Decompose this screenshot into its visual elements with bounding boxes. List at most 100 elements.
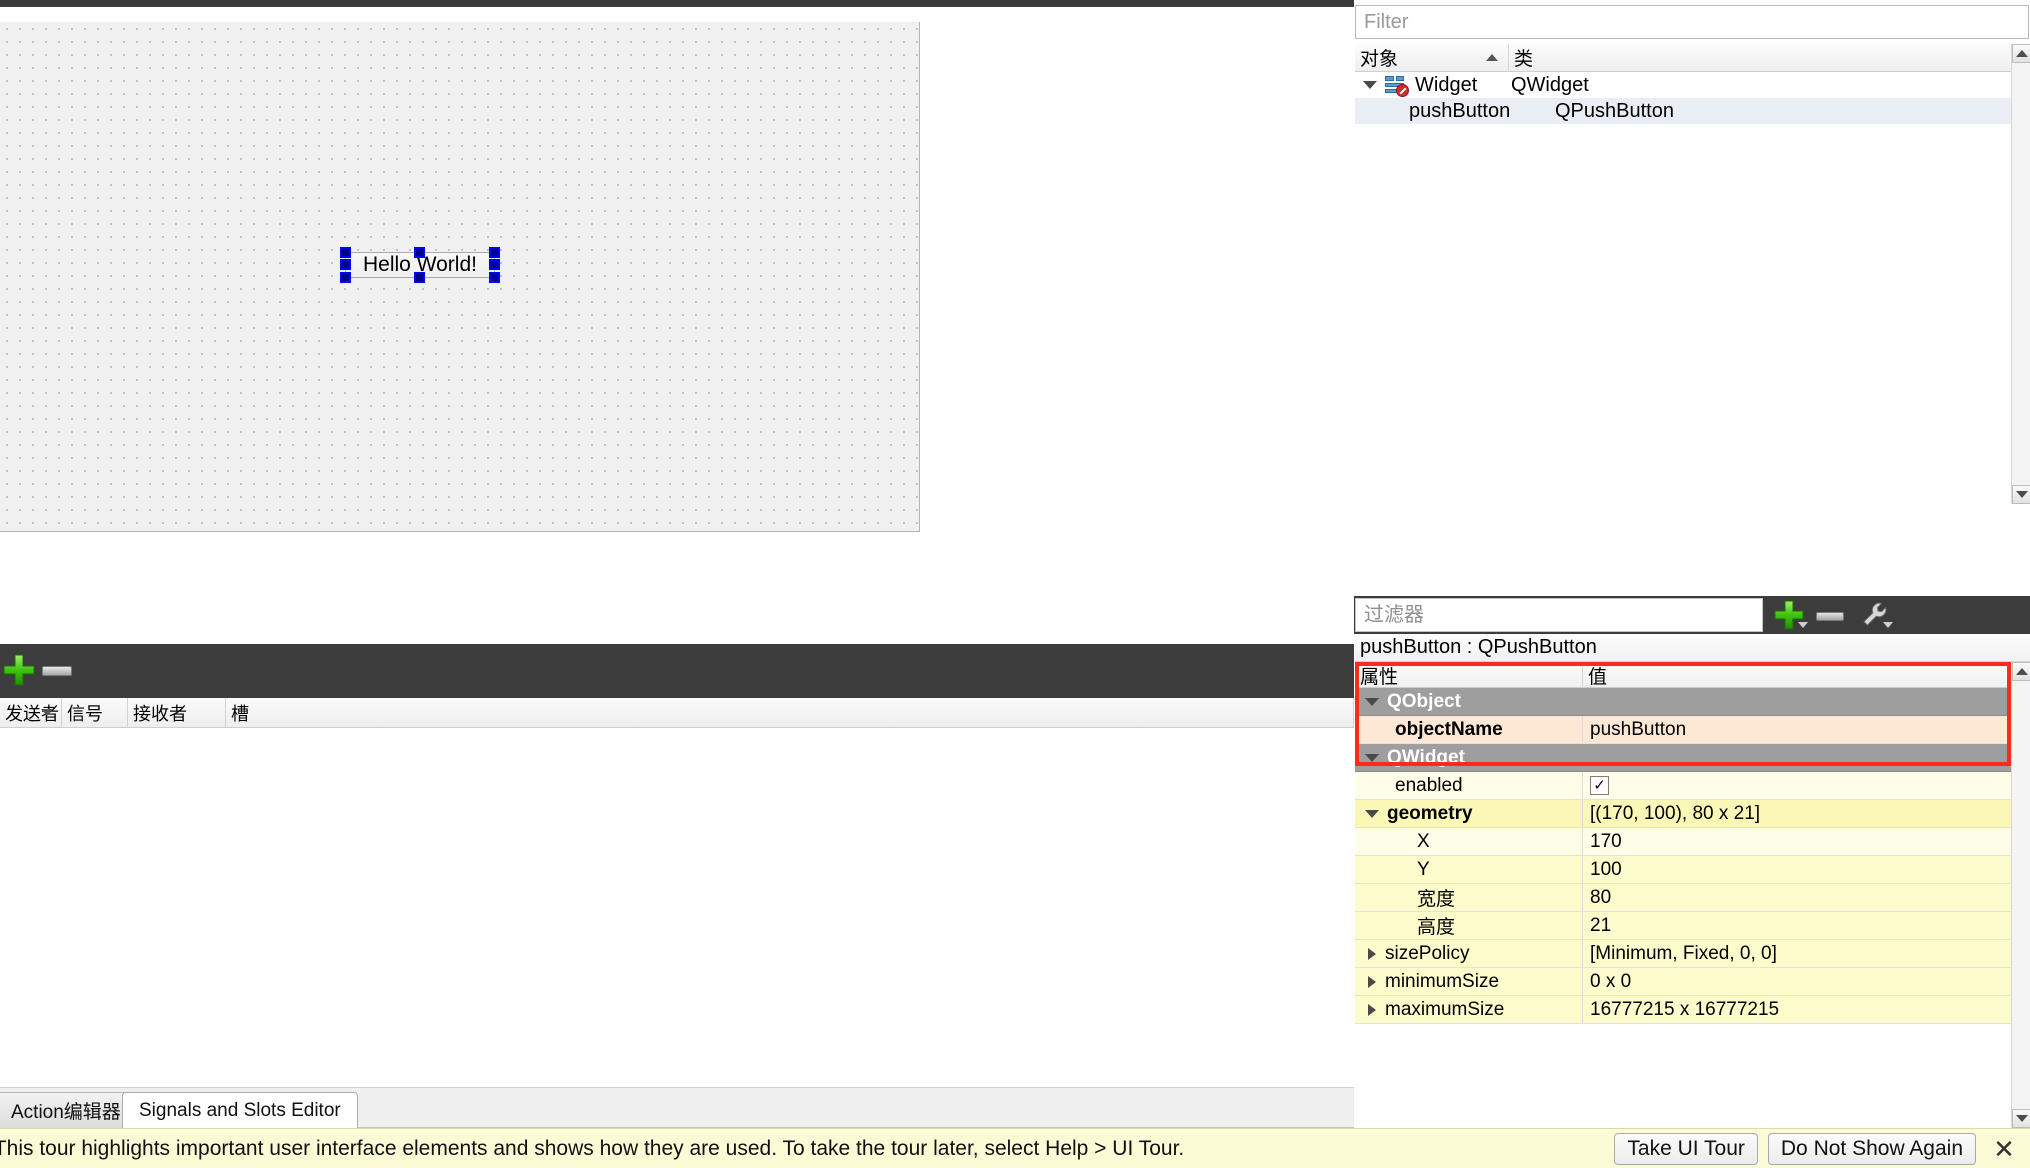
property-editor-filter-input[interactable] [1355, 598, 1763, 632]
property-value-objectname[interactable]: pushButton [1583, 716, 2011, 743]
column-header-slot[interactable]: 槽 [226, 697, 1354, 728]
configure-wrench-icon[interactable] [1860, 600, 1893, 630]
form-canvas-area[interactable]: Hello World! [0, 7, 1354, 644]
property-value-x[interactable]: 170 [1583, 828, 2011, 855]
property-row-geometry-height[interactable]: 高度 21 [1355, 912, 2011, 940]
chevron-right-icon[interactable] [1368, 975, 1376, 988]
chevron-down-icon[interactable] [1365, 697, 1379, 706]
tree-item-class-widget: QWidget [1511, 73, 1589, 96]
column-header-sender[interactable]: 发送者 [0, 697, 62, 728]
chevron-down-icon[interactable] [1365, 809, 1379, 818]
resize-handle-middle-left[interactable] [340, 259, 351, 270]
property-value-width[interactable]: 80 [1583, 884, 2011, 911]
enabled-checkbox[interactable]: ✓ [1590, 776, 1609, 795]
column-label-value: 值 [1588, 666, 1608, 688]
scroll-up-button[interactable] [2012, 44, 2030, 63]
add-property-plus-icon[interactable] [1774, 600, 1808, 630]
signals-slots-toolbar [0, 644, 1354, 698]
chevron-down-icon[interactable] [1363, 81, 1377, 89]
property-key-geometry: geometry [1387, 802, 1473, 824]
column-header-property[interactable]: 属性 [1355, 662, 1583, 688]
property-key-x: X [1355, 828, 1583, 855]
property-value-geometry[interactable]: [(170, 100), 80 x 21] [1583, 800, 2011, 827]
chevron-down-icon[interactable] [1365, 753, 1379, 762]
scroll-up-button[interactable] [2012, 662, 2030, 681]
form-surface[interactable]: Hello World! [0, 22, 920, 532]
column-header-class[interactable]: 类 [1509, 44, 2010, 72]
property-value-enabled[interactable]: ✓ [1583, 772, 2011, 799]
bottom-dock-tabbar: Action编辑器 Signals and Slots Editor [0, 1088, 1354, 1128]
scroll-down-button[interactable] [2012, 1109, 2030, 1128]
object-inspector-scrollbar[interactable] [2011, 44, 2030, 504]
property-editor-scrollbar[interactable] [2011, 662, 2030, 1128]
tree-item-pushbutton[interactable]: pushButton QPushButton [1355, 98, 2011, 124]
property-editor-table[interactable]: 属性 值 QObject objectName pushButton QWidg… [1355, 662, 2011, 1122]
selected-pushbutton-widget[interactable]: Hello World! [340, 247, 500, 283]
property-row-geometry-x[interactable]: X 170 [1355, 828, 2011, 856]
tree-item-widget[interactable]: Widget QWidget [1355, 72, 2011, 98]
arrow-down-icon [2015, 491, 2028, 498]
tab-action-editor[interactable]: Action编辑器 [0, 1092, 138, 1128]
take-ui-tour-button[interactable]: Take UI Tour [1614, 1132, 1758, 1165]
widget-no-layout-icon [1383, 75, 1409, 97]
property-row-sizepolicy[interactable]: sizePolicy [Minimum, Fixed, 0, 0] [1355, 940, 2011, 968]
signals-slots-table-body[interactable] [0, 728, 1354, 1088]
column-header-value[interactable]: 值 [1583, 662, 2011, 688]
resize-handle-bottom-right[interactable] [489, 272, 500, 283]
column-label-signal: 信号 [67, 703, 103, 724]
notification-message: ur? This tour highlights important user … [0, 1136, 1185, 1160]
resize-handle-top-left[interactable] [340, 247, 351, 258]
column-label-property: 属性 [1360, 666, 1399, 688]
arrow-up-icon [2015, 50, 2028, 57]
arrow-down-icon [2015, 1115, 2028, 1122]
property-row-geometry-y[interactable]: Y 100 [1355, 856, 2011, 884]
property-value-minimumsize[interactable]: 0 x 0 [1583, 968, 2011, 995]
column-header-object[interactable]: 对象 [1355, 43, 1509, 72]
property-group-qwidget[interactable]: QWidget [1355, 744, 2011, 772]
column-header-signal[interactable]: 信号 [62, 697, 128, 728]
property-row-geometry-width[interactable]: 宽度 80 [1355, 884, 2011, 912]
property-row-enabled[interactable]: enabled ✓ [1355, 772, 2011, 800]
object-inspector-filter-input[interactable] [1355, 5, 2029, 39]
tab-signals-and-slots-editor[interactable]: Signals and Slots Editor [122, 1092, 358, 1128]
top-toolbar-strip [0, 0, 1354, 7]
sort-descending-icon [41, 708, 53, 716]
sort-ascending-icon [1486, 53, 1498, 61]
resize-handle-middle-right[interactable] [489, 259, 500, 270]
do-not-show-again-button[interactable]: Do Not Show Again [1767, 1132, 1976, 1165]
property-row-objectname[interactable]: objectName pushButton [1355, 716, 2011, 744]
property-row-minimumsize[interactable]: minimumSize 0 x 0 [1355, 968, 2011, 996]
chevron-right-icon[interactable] [1368, 1003, 1376, 1016]
column-header-receiver[interactable]: 接收者 [128, 697, 226, 728]
property-value-height[interactable]: 21 [1583, 912, 2011, 939]
resize-handle-bottom-left[interactable] [340, 272, 351, 283]
property-value-sizepolicy[interactable]: [Minimum, Fixed, 0, 0] [1583, 940, 2011, 967]
property-key-objectname: objectName [1355, 716, 1583, 743]
resize-handle-top-center[interactable] [414, 247, 425, 258]
column-label-receiver: 接收者 [133, 703, 187, 724]
arrow-up-icon [2015, 668, 2028, 675]
add-connection-plus-icon[interactable] [2, 653, 36, 687]
object-inspector-filter-row [1354, 5, 2030, 39]
tree-item-class-pushbutton: QPushButton [1555, 99, 1674, 122]
property-value-maximumsize[interactable]: 16777215 x 16777215 [1583, 996, 2011, 1023]
property-group-qobject[interactable]: QObject [1355, 688, 2011, 716]
tab-label-action-editor: Action编辑器 [11, 1102, 121, 1123]
scroll-down-button[interactable] [2012, 485, 2030, 504]
remove-property-minus-icon[interactable] [1816, 612, 1844, 621]
property-row-maximumsize[interactable]: maximumSize 16777215 x 16777215 [1355, 996, 2011, 1024]
close-icon[interactable]: ✕ [1986, 1131, 2022, 1167]
ui-tour-notification-bar: ur? This tour highlights important user … [0, 1128, 2030, 1168]
resize-handle-bottom-center[interactable] [414, 272, 425, 283]
property-editor-toolbar [1354, 596, 2030, 634]
resize-handle-top-right[interactable] [489, 247, 500, 258]
object-inspector-tree[interactable]: Widget QWidget pushButton QPushButton [1355, 72, 2011, 452]
chevron-down-icon[interactable] [1883, 622, 1893, 628]
property-row-geometry[interactable]: geometry [(170, 100), 80 x 21] [1355, 800, 2011, 828]
property-value-y[interactable]: 100 [1583, 856, 2011, 883]
signals-slots-table-header: 发送者 信号 接收者 槽 [0, 697, 1354, 728]
chevron-down-icon[interactable] [1798, 622, 1808, 628]
chevron-right-icon[interactable] [1368, 947, 1376, 960]
column-label-class: 类 [1514, 49, 1534, 70]
remove-connection-minus-icon[interactable] [42, 666, 72, 676]
